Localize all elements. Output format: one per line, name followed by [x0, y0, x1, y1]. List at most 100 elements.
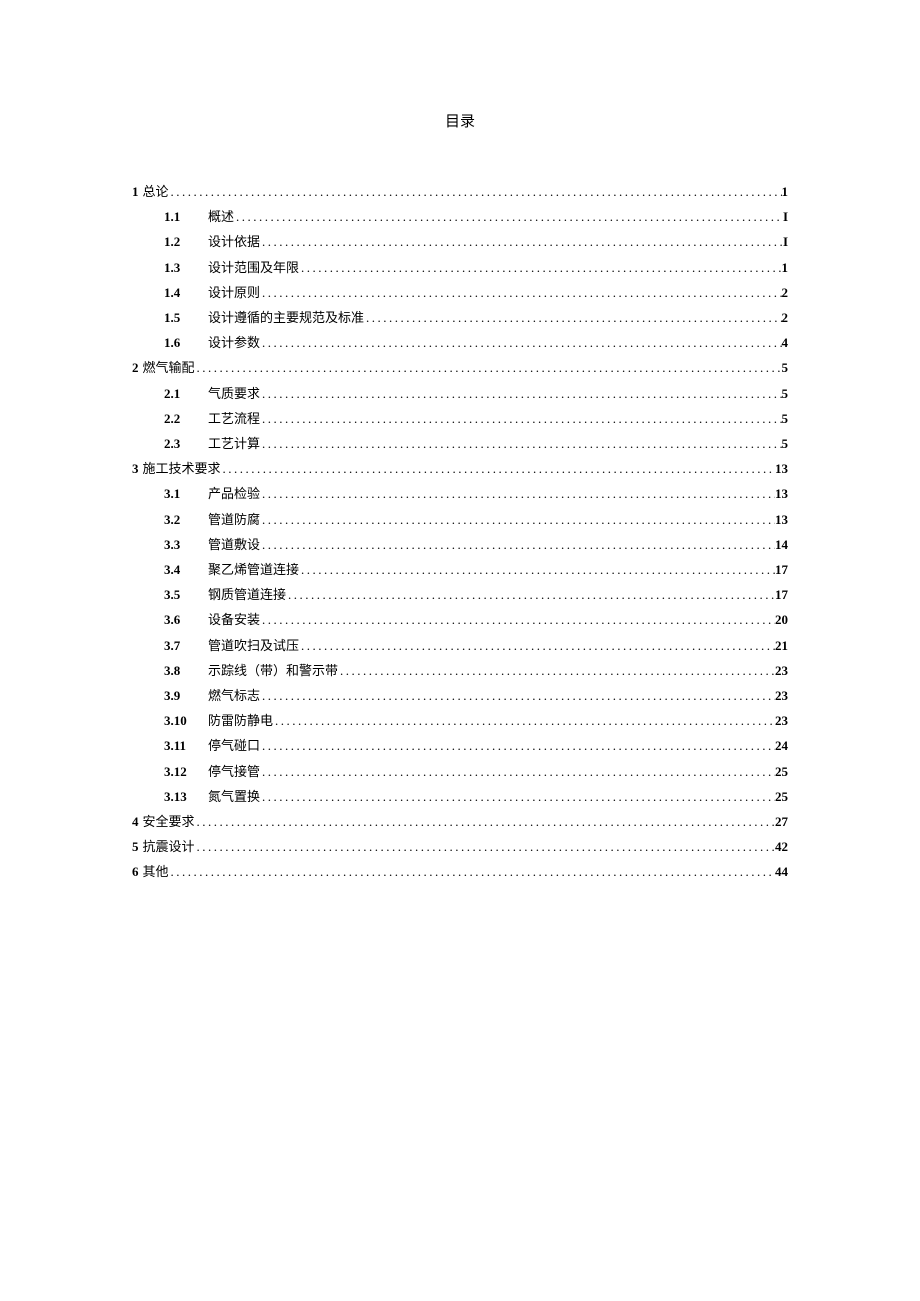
- toc-entry: 3.11停气碰口24: [132, 733, 788, 758]
- toc-entry-number: 4: [132, 809, 139, 834]
- toc-entry: 3.1产品检验13: [132, 481, 788, 506]
- toc-entry-page: 5: [782, 431, 789, 456]
- toc-entry-page: 13: [775, 456, 788, 481]
- toc-entry-text: 氮气置换: [208, 784, 260, 809]
- toc-entry-text: 停气接管: [208, 759, 260, 784]
- toc-leader-dots: [221, 456, 775, 481]
- toc-entry: 3.3管道敷设 14: [132, 532, 788, 557]
- toc-entry-page: I: [783, 204, 788, 229]
- toc-leader-dots: [260, 381, 781, 406]
- toc-entry-page: 23: [775, 658, 788, 683]
- toc-entry-number: 1: [132, 179, 139, 204]
- toc-entry: 3.2管道防腐13: [132, 507, 788, 532]
- toc-entry-page: 14: [775, 532, 788, 557]
- toc-leader-dots: [260, 733, 775, 758]
- toc-entry-page: 20: [775, 607, 788, 632]
- toc-entry-text: 管道防腐: [208, 507, 260, 532]
- toc-entry-page: 13: [775, 481, 788, 506]
- toc-entry: 2.2工艺流程5: [132, 406, 788, 431]
- toc-entry-number: 1.6: [164, 330, 208, 355]
- toc-entry-page: 1: [782, 179, 789, 204]
- toc-leader-dots: [260, 607, 775, 632]
- toc-entry: 2.3工艺计算5: [132, 431, 788, 456]
- toc-entry-text: 设备安装: [208, 607, 260, 632]
- toc-leader-dots: [260, 481, 775, 506]
- toc-entry-text: 管道敷设: [208, 532, 260, 557]
- toc-entry-text: 气质要求: [208, 381, 260, 406]
- toc-list: 1总论11.1概述I1.2设计依据I1.3设计范围及年限11.4设计原则21.5…: [132, 179, 788, 885]
- toc-entry-text: 钢质管道连接: [208, 582, 286, 607]
- toc-entry-page: 13: [775, 507, 788, 532]
- toc-leader-dots: [299, 557, 775, 582]
- toc-entry-text: 施工技术要求: [143, 456, 221, 481]
- toc-entry: 4安全要求 27: [132, 809, 788, 834]
- toc-entry-number: 1.3: [164, 255, 208, 280]
- toc-leader-dots: [260, 507, 775, 532]
- toc-entry-text: 设计原则: [208, 280, 260, 305]
- toc-entry: 1总论1: [132, 179, 788, 204]
- toc-leader-dots: [260, 759, 775, 784]
- toc-entry: 3.7管道吹扫及试压 21: [132, 633, 788, 658]
- toc-entry-text: 工艺计算: [208, 431, 260, 456]
- toc-entry-text: 抗震设计: [143, 834, 195, 859]
- toc-entry: 3.6设备安装20: [132, 607, 788, 632]
- toc-entry-text: 总论: [143, 179, 169, 204]
- toc-entry-number: 3.12: [164, 759, 208, 784]
- toc-entry: 1.3设计范围及年限1: [132, 255, 788, 280]
- toc-entry-number: 3.9: [164, 683, 208, 708]
- toc-entry-text: 示踪线（带）和警示带: [208, 658, 338, 683]
- toc-entry-number: 3.5: [164, 582, 208, 607]
- toc-leader-dots: [260, 330, 781, 355]
- toc-entry-text: 管道吹扫及试压: [208, 633, 299, 658]
- toc-entry-page: 21: [775, 633, 788, 658]
- toc-entry-text: 设计范围及年限: [208, 255, 299, 280]
- toc-entry-text: 聚乙烯管道连接: [208, 557, 299, 582]
- toc-entry-page: 5: [782, 381, 789, 406]
- toc-entry-number: 3.7: [164, 633, 208, 658]
- toc-entry-number: 1.1: [164, 204, 208, 229]
- toc-entry-text: 防雷防静电: [208, 708, 273, 733]
- toc-title: 目录: [132, 110, 788, 131]
- toc-entry-number: 2.1: [164, 381, 208, 406]
- toc-leader-dots: [260, 229, 783, 254]
- toc-entry-text: 概述: [208, 204, 234, 229]
- toc-entry: 6其他 44: [132, 859, 788, 884]
- toc-entry-number: 3: [132, 456, 139, 481]
- toc-entry-page: 4: [782, 330, 789, 355]
- toc-entry-text: 停气碰口: [208, 733, 260, 758]
- toc-entry-page: 44: [775, 859, 788, 884]
- toc-leader-dots: [273, 708, 775, 733]
- toc-entry: 1.1概述 I: [132, 204, 788, 229]
- toc-entry-page: I: [783, 229, 788, 254]
- toc-entry-number: 6: [132, 859, 139, 884]
- toc-entry-number: 2.2: [164, 406, 208, 431]
- toc-entry: 1.5设计遵循的主要规范及标准2: [132, 305, 788, 330]
- toc-entry-number: 3.8: [164, 658, 208, 683]
- toc-entry: 1.2设计依据I: [132, 229, 788, 254]
- toc-leader-dots: [286, 582, 775, 607]
- toc-entry-page: 17: [775, 582, 788, 607]
- toc-entry-number: 2: [132, 355, 139, 380]
- toc-entry-number: 3.1: [164, 481, 208, 506]
- toc-leader-dots: [195, 834, 775, 859]
- toc-entry-text: 工艺流程: [208, 406, 260, 431]
- toc-leader-dots: [234, 204, 783, 229]
- toc-entry-text: 安全要求: [143, 809, 195, 834]
- toc-entry-page: 42: [775, 834, 788, 859]
- toc-entry-number: 1.5: [164, 305, 208, 330]
- toc-entry-text: 设计依据: [208, 229, 260, 254]
- toc-entry: 3.4聚乙烯管道连接17: [132, 557, 788, 582]
- toc-entry: 3施工技术要求 13: [132, 456, 788, 481]
- toc-entry-number: 3.11: [164, 733, 208, 758]
- toc-leader-dots: [169, 179, 782, 204]
- toc-entry-page: 27: [775, 809, 788, 834]
- toc-entry-number: 1.4: [164, 280, 208, 305]
- toc-entry-text: 设计遵循的主要规范及标准: [208, 305, 364, 330]
- toc-entry-text: 其他: [143, 859, 169, 884]
- toc-entry-number: 3.3: [164, 532, 208, 557]
- toc-entry-page: 25: [775, 784, 788, 809]
- toc-leader-dots: [260, 683, 775, 708]
- toc-entry: 1.6设计参数4: [132, 330, 788, 355]
- toc-leader-dots: [195, 809, 775, 834]
- toc-entry-text: 燃气标志: [208, 683, 260, 708]
